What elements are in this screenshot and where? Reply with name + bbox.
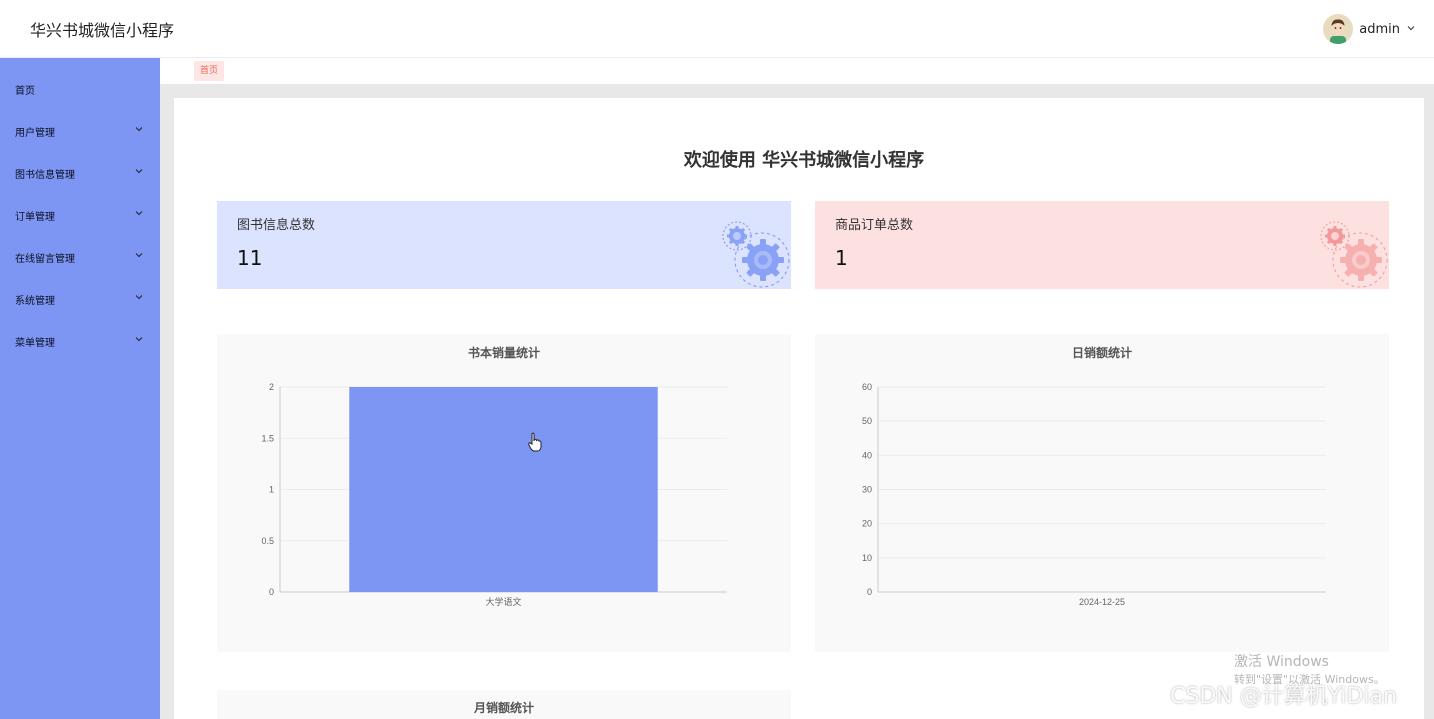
chart-panel-daily-sales: 日销额统计 0 10 20 30 40 50 60 2024-12-25 xyxy=(815,334,1389,652)
sidebar-item-order-management[interactable]: 订单管理 xyxy=(0,194,160,236)
avatar[interactable] xyxy=(1323,14,1354,44)
page-title: 欢迎使用 华兴书城微信小程序 xyxy=(683,150,925,171)
chevron-down-icon xyxy=(135,337,143,342)
sidebar: 首页 用户管理 图书信息管理 订单管理 在线留言管理 系统管理 菜单管理 xyxy=(0,58,160,719)
user-name[interactable]: admin xyxy=(1359,22,1400,37)
stat-value: 1 xyxy=(835,246,848,270)
watermark-activate: 激活 Windows xyxy=(1234,654,1329,670)
bar-chart: 0 0.5 1 1.5 2 大学语文 xyxy=(261,382,727,607)
app-title: 华兴书城微信小程序 xyxy=(30,21,175,40)
sidebar-item-label: 系统管理 xyxy=(15,295,55,307)
chevron-down-icon xyxy=(135,211,143,216)
sidebar-item-label: 首页 xyxy=(15,85,35,97)
x-tick-label: 2024-12-25 xyxy=(1079,597,1125,607)
watermark-csdn: CSDN @计算机YiDian xyxy=(1170,684,1397,709)
y-tick-label: 10 xyxy=(862,553,872,563)
gear-icon xyxy=(722,221,790,288)
chart-title: 月销额统计 xyxy=(473,701,534,715)
sidebar-item-label: 在线留言管理 xyxy=(15,253,75,265)
stat-label: 图书信息总数 xyxy=(237,218,316,233)
stat-card-books: 图书信息总数 11 xyxy=(217,201,791,289)
breadcrumb: 首页 xyxy=(160,58,1434,84)
y-tick-label: 20 xyxy=(862,519,872,529)
stat-label: 商品订单总数 xyxy=(835,218,914,233)
sidebar-item-menu-management[interactable]: 菜单管理 xyxy=(0,320,160,362)
hand-cursor-icon xyxy=(528,432,542,452)
chevron-down-icon[interactable] xyxy=(1406,23,1416,36)
sidebar-item-label: 用户管理 xyxy=(15,127,55,139)
chart-panel-monthly-sales: 月销额统计 xyxy=(217,690,791,719)
gear-icon xyxy=(1320,221,1388,288)
sidebar-item-user-management[interactable]: 用户管理 xyxy=(0,110,160,152)
y-tick-label: 40 xyxy=(862,450,872,460)
chart-panel-book-sales: 书本销量统计 0 0.5 1 1.5 2 大学语文 xyxy=(217,334,791,652)
bar-chart: 0 10 20 30 40 50 60 2024-12-25 xyxy=(862,382,1326,607)
y-tick-label: 50 xyxy=(862,416,872,426)
sidebar-item-message-management[interactable]: 在线留言管理 xyxy=(0,236,160,278)
stat-card-orders: 商品订单总数 1 xyxy=(815,201,1389,289)
tab-home[interactable]: 首页 xyxy=(194,61,225,81)
sidebar-item-home[interactable]: 首页 xyxy=(0,68,160,110)
y-tick-label: 60 xyxy=(862,382,872,392)
y-tick-label: 1.5 xyxy=(261,433,274,443)
sidebar-item-book-management[interactable]: 图书信息管理 xyxy=(0,152,160,194)
y-tick-label: 2 xyxy=(269,382,274,392)
chevron-down-icon xyxy=(135,127,143,132)
sidebar-item-label: 菜单管理 xyxy=(15,337,55,349)
stat-value: 11 xyxy=(237,246,263,270)
chevron-down-icon xyxy=(135,169,143,174)
chevron-down-icon xyxy=(135,253,143,258)
sidebar-item-label: 图书信息管理 xyxy=(15,169,75,181)
top-header: 华兴书城微信小程序 admin xyxy=(0,0,1434,58)
bar xyxy=(349,387,658,592)
y-tick-label: 0.5 xyxy=(261,536,274,546)
x-tick-label: 大学语文 xyxy=(485,596,521,607)
y-tick-label: 1 xyxy=(269,485,274,495)
sidebar-item-label: 订单管理 xyxy=(15,211,55,223)
y-tick-label: 0 xyxy=(867,587,872,597)
chevron-down-icon xyxy=(135,295,143,300)
user-menu[interactable]: admin xyxy=(1323,14,1416,44)
avatar-icon xyxy=(1323,14,1354,44)
sidebar-item-system-management[interactable]: 系统管理 xyxy=(0,278,160,320)
y-tick-label: 0 xyxy=(269,587,274,597)
y-tick-label: 30 xyxy=(862,485,872,495)
